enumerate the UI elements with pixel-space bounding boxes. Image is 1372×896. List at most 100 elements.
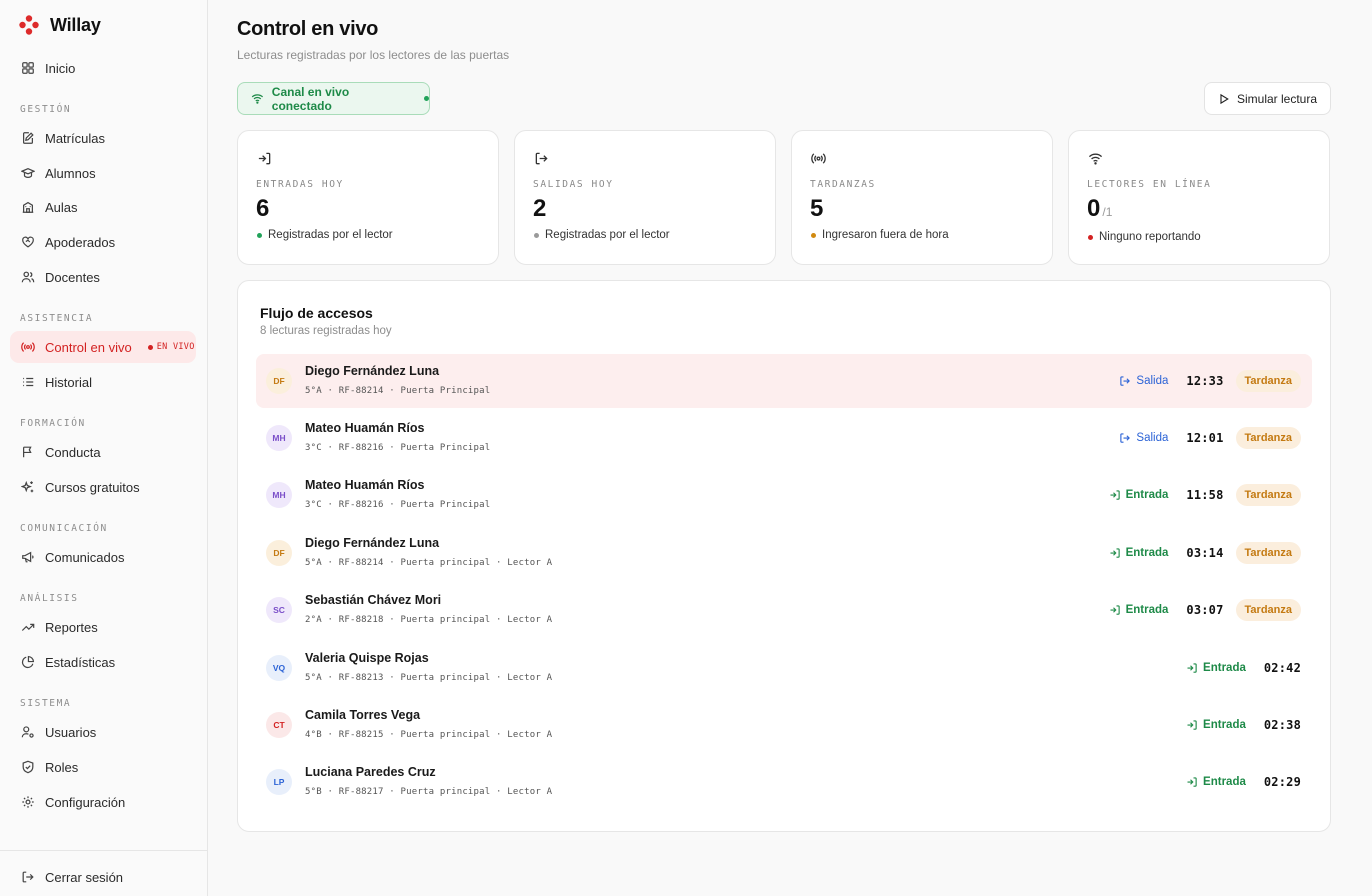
sidebar-item-reportes[interactable]: Reportes bbox=[10, 611, 196, 643]
flag-icon bbox=[23, 446, 32, 458]
direction-label: Salida bbox=[1119, 375, 1168, 387]
sidebar-item-apoderados[interactable]: Apoderados bbox=[10, 226, 196, 258]
sidebar-item-usuarios[interactable]: Usuarios bbox=[10, 716, 196, 748]
logout-icon bbox=[535, 152, 548, 165]
sidebar-item-roles[interactable]: Roles bbox=[10, 751, 196, 783]
pie-chart-icon bbox=[21, 655, 35, 669]
sidebar-item-comunicados[interactable]: Comunicados bbox=[10, 541, 196, 573]
stat-note: Registradas por el lector bbox=[534, 229, 670, 241]
section-title-sistema: SISTEMA bbox=[20, 698, 72, 709]
logout-icon bbox=[1120, 376, 1131, 386]
logout-icon bbox=[1120, 433, 1131, 443]
sidebar-item-historial[interactable]: Historial bbox=[10, 366, 196, 398]
gear-icon bbox=[22, 796, 34, 808]
section-title-comunicacion: COMUNICACIÓN bbox=[20, 523, 108, 534]
avatar: MH bbox=[266, 482, 292, 508]
list-item[interactable]: MH Mateo Huamán Ríos 3°C · RF-88216 · Pu… bbox=[256, 411, 1312, 465]
grid-icon bbox=[22, 62, 34, 74]
radio-icon bbox=[21, 342, 35, 352]
sidebar-footer bbox=[0, 850, 207, 851]
sidebar-item-alumnos[interactable]: Alumnos bbox=[10, 157, 196, 189]
edit-icon bbox=[23, 132, 34, 144]
list-item[interactable]: LP Luciana Paredes Cruz 5°B · RF-88217 ·… bbox=[256, 755, 1312, 809]
sidebar-item-configuracion[interactable]: Configuración bbox=[10, 786, 196, 818]
student-meta: 3°C · RF-88216 · Puerta Principal bbox=[305, 500, 491, 510]
sidebar-item-matriculas[interactable]: Matrículas bbox=[10, 122, 196, 154]
sidebar-item-aulas[interactable]: Aulas bbox=[10, 191, 196, 223]
login-icon bbox=[1110, 490, 1120, 500]
list-item[interactable]: CT Camila Torres Vega 4°B · RF-88215 · P… bbox=[256, 698, 1312, 752]
sidebar-item-label: Inicio bbox=[45, 60, 76, 76]
sidebar-item-label: Matrículas bbox=[45, 130, 105, 146]
reading-time: 03:14 bbox=[1186, 546, 1224, 560]
list-item[interactable]: VQ Valeria Quispe Rojas 5°A · RF-88213 ·… bbox=[256, 641, 1312, 695]
connection-status-label: Canal en vivo conectado bbox=[271, 84, 350, 113]
sidebar-item-cursos-gratuitos[interactable]: Cursos gratuitos bbox=[10, 471, 196, 503]
sidebar-item-label: Control en vivo bbox=[45, 339, 132, 355]
student-meta: 5°A · RF-88214 · Puerta principal · Lect… bbox=[305, 558, 553, 568]
sidebar-item-label: Historial bbox=[45, 374, 92, 390]
list-item[interactable]: SC Sebastián Chávez Mori 2°A · RF-88218 … bbox=[256, 583, 1312, 637]
late-badge: Tardanza bbox=[1235, 599, 1301, 621]
student-meta: 3°C · RF-88216 · Puerta Principal bbox=[305, 443, 491, 453]
users-icon bbox=[21, 271, 35, 283]
simulate-reading-button[interactable]: Simular lectura bbox=[1204, 82, 1331, 115]
sidebar-item-conducta[interactable]: Conducta bbox=[10, 436, 196, 468]
login-icon bbox=[1187, 777, 1197, 787]
stat-label: ENTRADAS HOY bbox=[256, 179, 344, 190]
student-meta: 5°B · RF-88217 · Puerta principal · Lect… bbox=[305, 787, 553, 797]
avatar: LP bbox=[266, 769, 292, 795]
student-name: Diego Fernández Luna bbox=[305, 364, 440, 378]
reading-time: 12:33 bbox=[1186, 374, 1224, 388]
sidebar-item-inicio[interactable]: Inicio bbox=[10, 52, 196, 84]
student-name: Sebastián Chávez Mori bbox=[305, 593, 442, 607]
brand[interactable]: Willay bbox=[18, 14, 101, 36]
wifi-icon bbox=[251, 94, 264, 104]
stat-value: 0/1 bbox=[1087, 195, 1113, 222]
list-item[interactable]: MH Mateo Huamán Ríos 3°C · RF-88216 · Pu… bbox=[256, 468, 1312, 522]
student-name: Mateo Huamán Ríos bbox=[305, 421, 425, 435]
student-meta: 4°B · RF-88215 · Puerta principal · Lect… bbox=[305, 730, 553, 740]
avatar: DF bbox=[266, 368, 292, 394]
user-cog-icon bbox=[21, 726, 34, 738]
stat-label: SALIDAS HOY bbox=[533, 179, 614, 190]
simulate-reading-label: Simular lectura bbox=[1236, 91, 1318, 106]
stat-label: LECTORES EN LÍNEA bbox=[1087, 179, 1212, 190]
avatar: MH bbox=[266, 425, 292, 451]
trending-up-icon bbox=[21, 623, 35, 631]
late-badge: Tardanza bbox=[1235, 542, 1301, 564]
stat-value: 5 bbox=[810, 195, 824, 222]
stat-note: Registradas por el lector bbox=[257, 229, 393, 241]
sidebar-item-estadisticas[interactable]: Estadísticas bbox=[10, 646, 196, 678]
student-name: Camila Torres Vega bbox=[305, 708, 421, 722]
radio-icon bbox=[811, 153, 826, 164]
student-meta: 5°A · RF-88214 · Puerta Principal bbox=[305, 386, 491, 396]
sidebar-item-docentes[interactable]: Docentes bbox=[10, 261, 196, 293]
list-item[interactable]: DF Diego Fernández Luna 5°A · RF-88214 ·… bbox=[256, 354, 1312, 408]
heart-handshake-icon bbox=[22, 236, 34, 248]
sidebar-item-label: Cursos gratuitos bbox=[45, 479, 140, 495]
sidebar-item-label: Comunicados bbox=[45, 549, 125, 565]
section-title-gestion: GESTIÓN bbox=[20, 104, 72, 115]
reading-time: 03:07 bbox=[1186, 603, 1224, 617]
sidebar-item-label: Reportes bbox=[45, 619, 98, 635]
sidebar-item-label: Configuración bbox=[45, 794, 126, 810]
logout-button[interactable]: Cerrar sesión bbox=[10, 861, 196, 893]
section-title-asistencia: ASISTENCIA bbox=[20, 313, 94, 324]
direction-label: Entrada bbox=[1109, 489, 1168, 501]
megaphone-icon bbox=[22, 551, 34, 563]
logo-icon bbox=[19, 15, 39, 35]
stat-note: Ingresaron fuera de hora bbox=[811, 229, 949, 241]
stat-value: 6 bbox=[256, 195, 270, 222]
student-meta: 5°A · RF-88213 · Puerta principal · Lect… bbox=[305, 673, 553, 683]
stat-label: TARDANZAS bbox=[810, 179, 876, 190]
flow-subtitle: 8 lecturas registradas hoy bbox=[260, 325, 392, 337]
sidebar-item-control-en-vivo[interactable]: Control en vivo EN VIVO bbox=[10, 331, 196, 363]
graduation-cap-icon bbox=[21, 167, 35, 178]
logout-label: Cerrar sesión bbox=[45, 869, 124, 885]
page-subtitle: Lecturas registradas por los lectores de… bbox=[237, 48, 510, 62]
avatar: SC bbox=[266, 597, 292, 623]
list-item[interactable]: DF Diego Fernández Luna 5°A · RF-88214 ·… bbox=[256, 526, 1312, 580]
direction-label: Salida bbox=[1119, 432, 1168, 444]
sidebar: Willay Inicio GESTIÓN Matrículas Alumnos… bbox=[0, 0, 208, 896]
